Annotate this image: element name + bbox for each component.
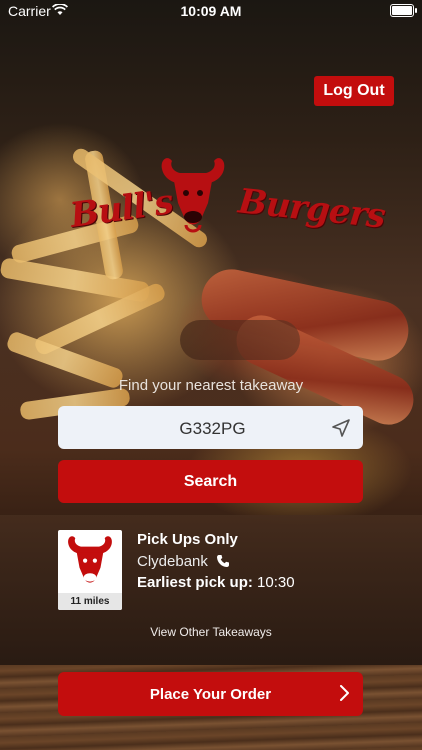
pickup-time: 10:30 — [257, 574, 295, 591]
pickup-label: Earliest pick up: — [137, 574, 253, 591]
view-other-takeaways-link[interactable]: View Other Takeaways — [0, 625, 422, 639]
place-order-label: Place Your Order — [149, 685, 272, 703]
status-bar: Carrier 10:09 AM — [0, 0, 422, 22]
phone-icon[interactable] — [216, 554, 230, 568]
clock: 10:09 AM — [180, 3, 242, 19]
distance-label: 11 miles — [58, 593, 122, 610]
bull-logo-icon — [161, 158, 225, 233]
search-button[interactable]: Search — [58, 460, 363, 503]
brand-logo: Bull's Burgers — [68, 155, 387, 245]
postcode-field[interactable] — [58, 406, 367, 451]
battery-icon — [390, 4, 417, 17]
search-prompt: Find your nearest takeaway — [118, 377, 304, 394]
logout-button[interactable]: Log Out — [314, 76, 394, 106]
chevron-right-icon — [340, 685, 349, 701]
place-order-button[interactable]: Place Your Order — [58, 672, 363, 716]
store-town: Clydebank — [137, 553, 208, 570]
store-thumbnail[interactable]: 11 miles — [58, 530, 122, 610]
store-title: Pick Ups Only — [137, 531, 238, 548]
earliest-pickup: Earliest pick up: 10:30 — [137, 574, 295, 591]
bull-logo-icon — [68, 536, 112, 583]
location-arrow-icon[interactable] — [331, 418, 351, 438]
postcode-input[interactable] — [58, 406, 367, 451]
